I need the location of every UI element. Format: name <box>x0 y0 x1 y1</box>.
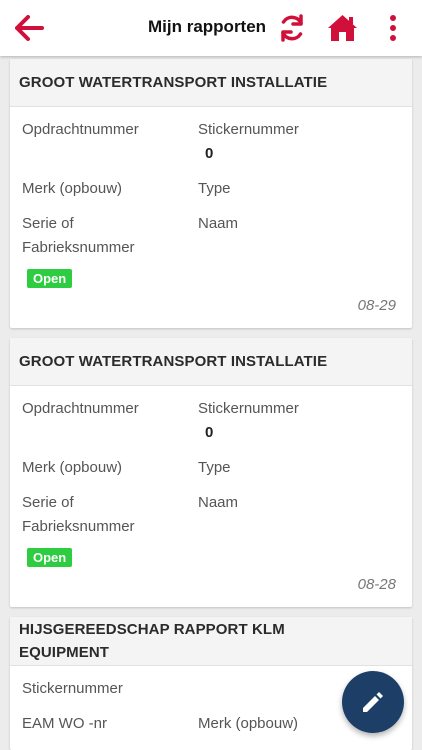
app-bar: Mijn rapporten <box>0 0 422 56</box>
card-date: 08-29 <box>357 297 396 314</box>
report-card[interactable]: GROOT WATERTRANSPORT INSTALLATIE Opdrach… <box>10 338 412 607</box>
arrow-left-icon[interactable] <box>14 14 44 42</box>
value-stickernummer: 0 <box>205 145 214 162</box>
label-merk: Merk (opbouw) <box>22 459 123 476</box>
card-title: GROOT WATERTRANSPORT INSTALLATIE <box>10 338 412 386</box>
label-serie-2: Fabrieksnummer <box>22 239 135 256</box>
label-merk: Merk (opbouw) <box>22 180 123 197</box>
label-naam: Naam <box>198 494 239 511</box>
home-icon[interactable] <box>327 13 358 42</box>
card-title: GROOT WATERTRANSPORT INSTALLATIE <box>10 59 412 107</box>
edit-fab-button[interactable] <box>342 671 404 733</box>
pencil-icon <box>363 692 383 712</box>
label-serie-1: Serie of <box>22 494 74 511</box>
card-title-line-1: HIJSGEREEDSCHAP RAPPORT KLM <box>19 621 285 638</box>
label-stickernummer: Stickernummer <box>22 680 123 697</box>
more-vertical-icon[interactable] <box>384 13 402 43</box>
label-serie-1: Serie of <box>22 215 74 232</box>
label-serie-2: Fabrieksnummer <box>22 518 135 535</box>
label-type: Type <box>198 180 231 197</box>
value-stickernummer: 0 <box>205 424 214 441</box>
page-title: Mijn rapporten <box>148 17 267 36</box>
label-opdrachtnummer: Opdrachtnummer <box>22 400 139 417</box>
label-type: Type <box>198 459 231 476</box>
label-stickernummer: Stickernummer <box>198 121 299 138</box>
status-badge: Open <box>27 269 73 288</box>
refresh-icon[interactable] <box>277 13 307 43</box>
report-card[interactable]: GROOT WATERTRANSPORT INSTALLATIE Opdrach… <box>10 59 412 328</box>
card-title-line-2: EQUIPMENT <box>19 644 110 661</box>
label-naam: Naam <box>198 215 239 232</box>
label-opdrachtnummer: Opdrachtnummer <box>22 121 139 138</box>
label-merk: Merk (opbouw) <box>198 715 299 732</box>
status-badge: Open <box>27 548 73 567</box>
card-title: HIJSGEREEDSCHAP RAPPORT KLM EQUIPMENT <box>10 617 412 666</box>
label-eam-wo-nr: EAM WO -nr <box>22 715 107 732</box>
card-date: 08-28 <box>357 576 396 593</box>
label-stickernummer: Stickernummer <box>198 400 299 417</box>
